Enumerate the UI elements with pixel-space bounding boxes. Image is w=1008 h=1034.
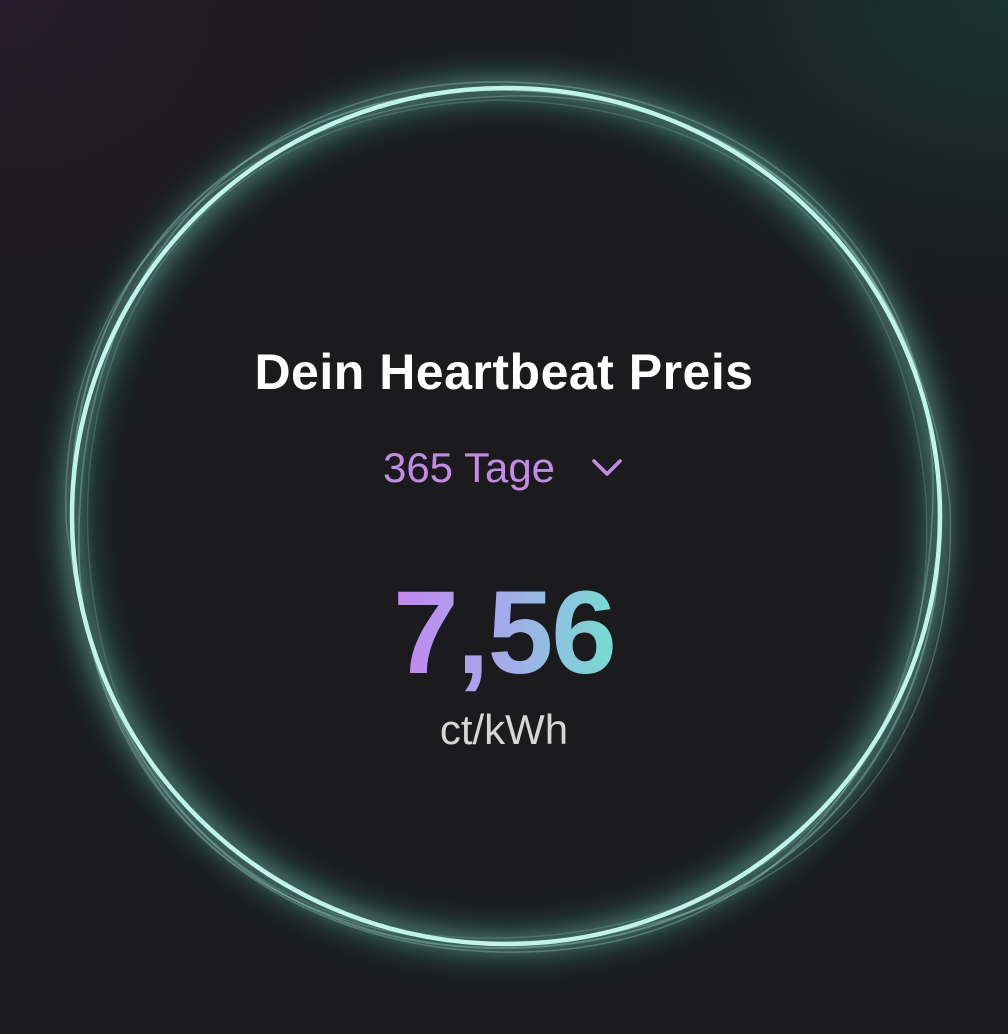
period-dropdown[interactable]: 365 Tage xyxy=(354,440,654,496)
price-value-text: 7,56 xyxy=(393,567,617,699)
page-title: Dein Heartbeat Preis xyxy=(254,344,754,400)
price-unit: ct/kWh xyxy=(439,706,569,753)
chevron-down-icon xyxy=(592,459,622,476)
period-selected-value: 365 Tage xyxy=(382,444,556,491)
heartbeat-ring xyxy=(61,75,952,957)
price-value: 7,56 xyxy=(0,568,1008,698)
